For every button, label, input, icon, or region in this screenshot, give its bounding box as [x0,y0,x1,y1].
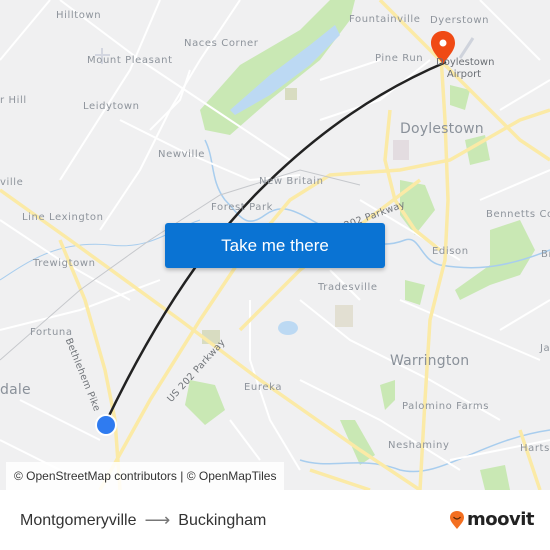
moovit-pin-icon [450,510,464,529]
place-label: Fortuna [30,327,73,338]
origin-name: Montgomeryville [20,511,137,529]
place-label: Pine Run [375,53,424,64]
place-label: Hartsv [520,443,550,454]
place-label: Edison [432,246,469,257]
take-me-there-button[interactable]: Take me there [165,223,385,268]
place-label: Ja [540,343,550,354]
park-area [480,465,510,490]
place-label: Mount Pleasant [87,55,173,66]
place-label: Warrington [390,353,470,369]
runway [458,37,475,59]
moovit-logo[interactable]: moovit [449,509,535,530]
airport-label: Doylestown Airport [436,57,495,80]
moovit-wordmark: moovit [467,509,535,530]
park-area [405,280,425,305]
place-label: Dyerstown [430,15,490,26]
urban-area [335,305,353,327]
destination-name: Buckingham [178,511,267,529]
urban-area [285,88,297,100]
place-label: Doylestown [400,121,484,137]
place-label: Eureka [244,382,283,393]
place-label: Leidytown [83,101,140,112]
place-label: Forest Park [211,202,274,213]
park-area [380,380,395,410]
map-view[interactable]: Hilltown Mount Pleasant Naces Corner Lei… [0,0,550,490]
origin-marker-dot [97,416,115,434]
place-label: Newville [158,149,206,160]
place-label: r Hill [0,95,27,106]
pond [278,321,298,335]
place-label: Trewigtown [33,258,96,269]
place-label: Neshaminy [388,440,450,451]
place-label: Fountainville [349,14,421,25]
route-title: Montgomeryville ⟶ Buckingham [20,510,266,531]
place-label: Line Lexington [22,212,104,223]
place-label: Hilltown [56,10,102,21]
map-attribution[interactable]: © OpenStreetMap contributors | © OpenMap… [6,462,285,490]
place-label: Palomino Farms [402,401,490,412]
urban-area [393,140,409,160]
place-label: Br [541,249,550,260]
arrow-right-icon: ⟶ [144,510,171,530]
place-label: ville [0,177,24,188]
park-area [185,380,225,425]
place-label: Bennetts Co [486,209,550,220]
place-label: dale [0,382,31,398]
footer: Montgomeryville ⟶ Buckingham moovit [0,490,550,550]
place-label: Naces Corner [184,38,259,49]
place-label: Tradesville [318,282,378,293]
place-label: New Britain [259,176,324,187]
